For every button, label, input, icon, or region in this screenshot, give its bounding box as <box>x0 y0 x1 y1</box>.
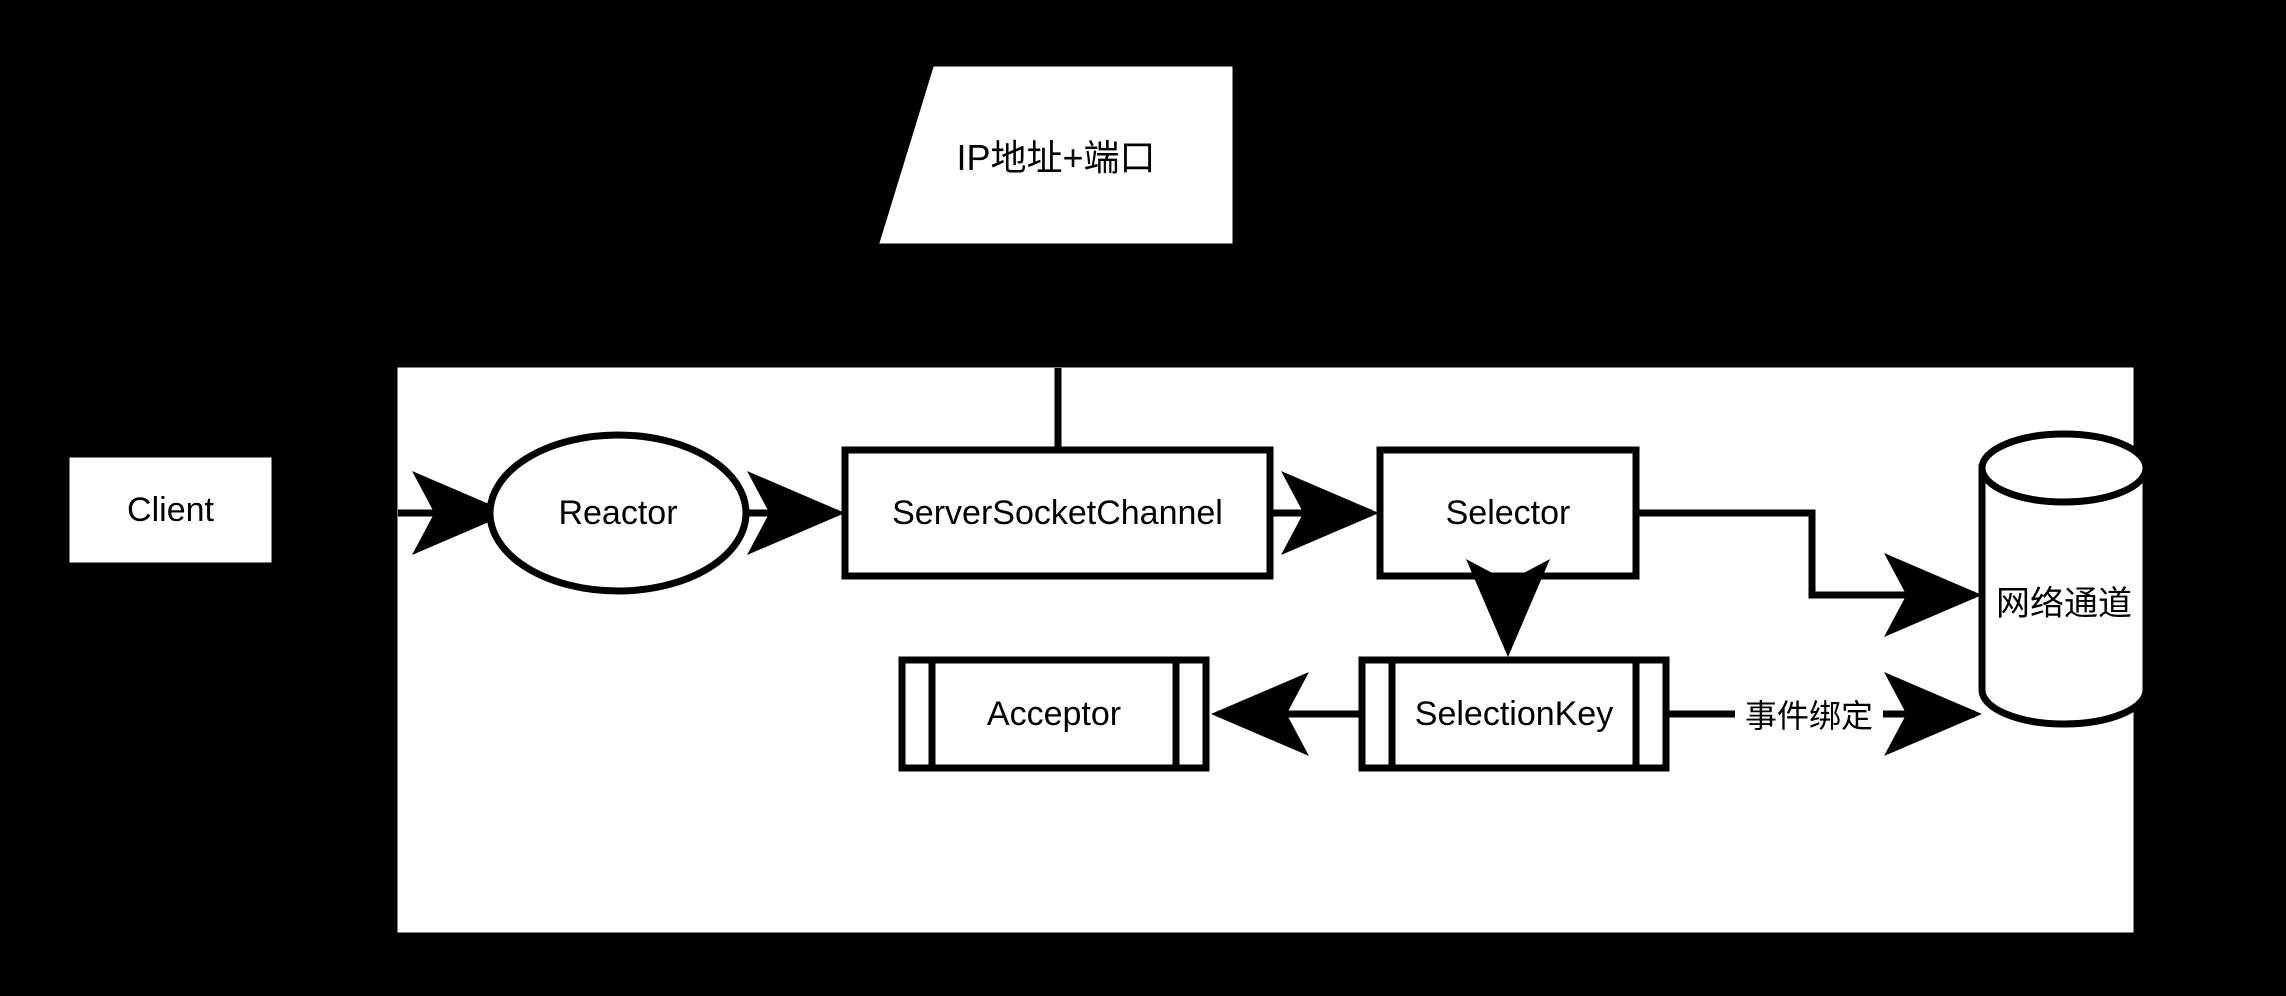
diagram-canvas: IP地址+端口 Client Reactor ServerSocketChann… <box>0 0 2286 996</box>
reactor-ellipse <box>486 431 750 595</box>
acceptor-process-shape <box>898 656 1210 772</box>
ip-port-trapezoid <box>879 66 1233 244</box>
client-box <box>66 454 275 566</box>
serversocketchannel-box <box>841 446 1274 580</box>
selector-box <box>1376 446 1640 580</box>
selectionkey-process-shape <box>1358 656 1670 772</box>
edge-label-event-binding: 事件绑定 <box>1735 692 1883 736</box>
network-channel-cylinder <box>1978 430 2150 728</box>
diagram-shapes-layer <box>66 66 2150 933</box>
